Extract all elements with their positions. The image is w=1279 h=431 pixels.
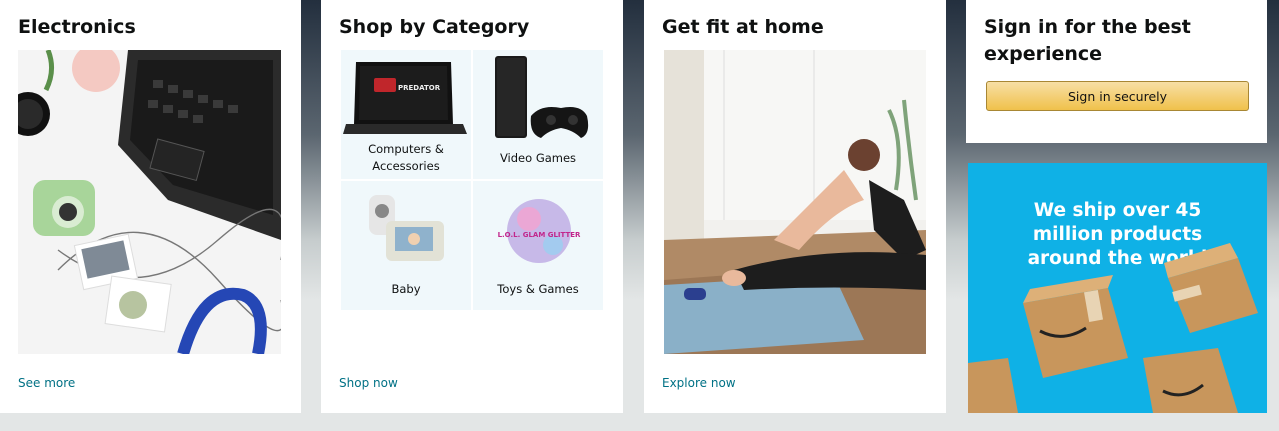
toy-brand: L.O.L. GLAM GLITTER <box>498 231 581 239</box>
category-label: Video Games <box>499 151 577 165</box>
category-video-games[interactable]: Video Games <box>473 50 603 179</box>
explore-now-link[interactable]: Explore now <box>662 376 736 390</box>
signin-card: Sign in for the best experience Sign in … <box>966 0 1267 143</box>
category-label: Computers & Accessories <box>368 142 444 173</box>
category-label: Baby <box>391 282 421 296</box>
shop-by-category-card: Shop by Category PREDATOR Computers & Ac… <box>321 0 623 413</box>
card-title: Shop by Category <box>339 16 530 38</box>
category-grid: PREDATOR Computers & Accessories Video G… <box>341 50 604 310</box>
sign-in-button[interactable]: Sign in securely <box>986 81 1249 111</box>
category-baby[interactable]: Baby <box>341 181 471 310</box>
shop-now-link[interactable]: Shop now <box>339 376 398 390</box>
fitness-card: Get fit at home Explore now <box>644 0 946 413</box>
signin-title: Sign in for the best experience <box>984 16 1191 65</box>
baby-monitor-image <box>369 195 444 261</box>
see-more-link[interactable]: See more <box>18 376 75 390</box>
boxes-image <box>968 243 1258 413</box>
card-title: Get fit at home <box>662 16 824 38</box>
laptop-brand: PREDATOR <box>398 84 441 92</box>
toy-ball-image: L.O.L. GLAM GLITTER <box>498 199 581 263</box>
electronics-image[interactable] <box>18 50 281 354</box>
electronics-card: Electronics See more <box>0 0 301 413</box>
category-computers[interactable]: PREDATOR Computers & Accessories <box>341 50 471 179</box>
shipping-promo[interactable]: We ship over 45 million products around … <box>968 163 1267 413</box>
fitness-image[interactable] <box>664 50 926 354</box>
category-toys-games[interactable]: L.O.L. GLAM GLITTER Toys & Games <box>473 181 603 310</box>
laptop-image: PREDATOR <box>343 62 467 134</box>
game-console-image <box>495 56 589 138</box>
category-label: Toys & Games <box>497 282 579 296</box>
card-title: Electronics <box>18 16 136 38</box>
